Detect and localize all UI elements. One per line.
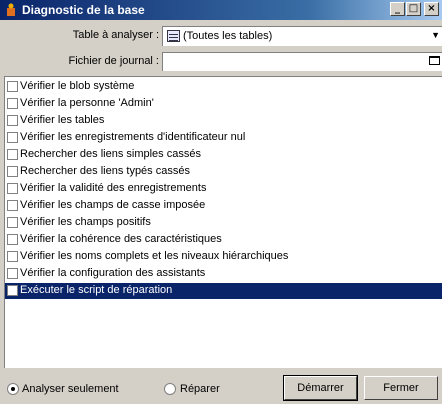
check-item-label: Vérifier les champs positifs [20, 216, 151, 228]
check-item[interactable]: Vérifier la cohérence des caractéristiqu… [5, 232, 442, 248]
window-title: Diagnostic de la base [22, 3, 145, 17]
check-item-label: Rechercher des liens typés cassés [20, 165, 190, 177]
app-icon [7, 3, 15, 16]
checkbox[interactable] [7, 132, 18, 143]
check-item[interactable]: Vérifier la validité des enregistrements [5, 181, 442, 197]
repair-radio[interactable] [164, 383, 176, 395]
check-item[interactable]: Vérifier le blob système [5, 79, 442, 95]
check-item-label: Exécuter le script de réparation [20, 284, 173, 296]
check-item[interactable]: Vérifier les noms complets et les niveau… [5, 249, 442, 265]
check-item-label: Vérifier la personne 'Admin' [20, 97, 154, 109]
title-bar[interactable]: Diagnostic de la base _ □ × [0, 0, 442, 20]
analyse-only-radio[interactable] [7, 383, 19, 395]
check-item-label: Rechercher des liens simples cassés [20, 148, 201, 160]
check-item[interactable]: Vérifier les tables [5, 113, 442, 129]
checkbox[interactable] [7, 81, 18, 92]
bottom-bar: Analyser seulement Réparer Démarrer Ferm… [0, 372, 442, 404]
maximize-button[interactable]: □ [406, 2, 421, 16]
check-item-label: Vérifier la validité des enregistrements [20, 182, 207, 194]
check-item-label: Vérifier les enregistrements d'identific… [20, 131, 246, 143]
close-window-button[interactable]: × [424, 2, 439, 16]
checkbox[interactable] [7, 268, 18, 279]
close-button[interactable]: Fermer [364, 376, 438, 400]
start-button[interactable]: Démarrer [283, 375, 358, 401]
analyse-only-label[interactable]: Analyser seulement [22, 383, 119, 395]
check-item-label: Vérifier les champs de casse imposée [20, 199, 206, 211]
check-item[interactable]: Vérifier les champs de casse imposée [5, 198, 442, 214]
check-item[interactable]: Rechercher des liens simples cassés [5, 147, 442, 163]
checkbox[interactable] [7, 251, 18, 262]
journal-label: Fichier de journal : [68, 55, 160, 67]
check-item-label: Vérifier les tables [20, 114, 105, 126]
checkbox[interactable] [7, 285, 18, 296]
check-item[interactable]: Exécuter le script de réparation [5, 283, 442, 299]
checkbox[interactable] [7, 98, 18, 109]
check-item-label: Vérifier le blob système [20, 80, 135, 92]
check-item[interactable]: Vérifier les enregistrements d'identific… [5, 130, 442, 146]
checks-list[interactable]: Vérifier le blob système Vérifier la pers… [4, 76, 442, 368]
checkbox[interactable] [7, 149, 18, 160]
checkbox[interactable] [7, 234, 18, 245]
journal-file-field[interactable] [162, 52, 442, 71]
check-item-label: Vérifier la cohérence des caractéristiqu… [20, 233, 222, 245]
table-icon [167, 30, 180, 42]
table-select-value: (Toutes les tables) [183, 30, 273, 42]
checkbox[interactable] [7, 115, 18, 126]
check-item[interactable]: Vérifier les champs positifs [5, 215, 442, 231]
check-item-label: Vérifier les noms complets et les niveau… [20, 250, 289, 262]
repair-label[interactable]: Réparer [180, 383, 220, 395]
diagnostic-dialog: Diagnostic de la base _ □ × Table à anal… [0, 0, 442, 404]
minimize-button[interactable]: _ [390, 2, 405, 16]
check-item[interactable]: Vérifier la configuration des assistants [5, 266, 442, 282]
check-item[interactable]: Vérifier la personne 'Admin' [5, 96, 442, 112]
checkbox[interactable] [7, 200, 18, 211]
check-item[interactable]: Rechercher des liens typés cassés [5, 164, 442, 180]
checkbox[interactable] [7, 183, 18, 194]
browse-icon[interactable] [429, 56, 440, 65]
checkbox[interactable] [7, 217, 18, 228]
table-label: Table à analyser : [72, 29, 159, 41]
table-select[interactable]: (Toutes les tables) ▼ [162, 26, 442, 46]
checkbox[interactable] [7, 166, 18, 177]
chevron-down-icon[interactable]: ▼ [431, 30, 440, 40]
check-item-label: Vérifier la configuration des assistants [20, 267, 206, 279]
